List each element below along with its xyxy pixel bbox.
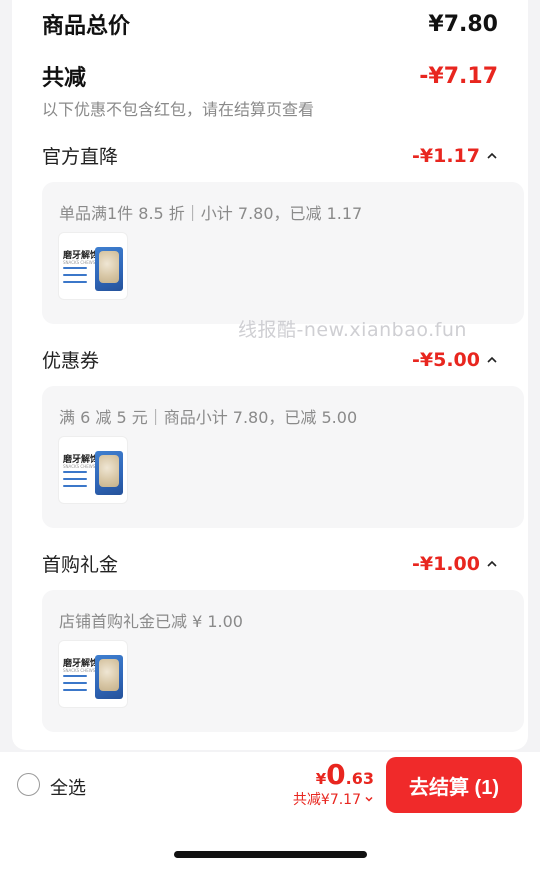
total-integer: 0 [326, 758, 346, 791]
select-all-radio-icon[interactable] [17, 773, 40, 796]
home-indicator[interactable] [174, 851, 367, 858]
discount-note: 以下优惠不包含红包，请在结算页查看 [42, 100, 315, 119]
section-title: 首购礼金 [42, 554, 119, 576]
discount-detail-text: 单品满1件 8.5 折｜小计 7.80，已减 1.17 [59, 204, 363, 223]
select-all-label[interactable]: 全选 [50, 774, 86, 800]
total-discount-value: -¥7.17 [419, 63, 498, 89]
section-amount-value: -¥5.00 [412, 348, 480, 371]
order-total-amount: ¥0.63 [293, 758, 374, 791]
checkout-bar: 全选 ¥0.63 共减¥7.17 去结算 (1) [0, 752, 540, 818]
section-title: 官方直降 [42, 146, 119, 168]
price-breakdown-card: 商品总价 ¥7.80 共减 -¥7.17 以下优惠不包含红包，请在结算页查看 官… [12, 0, 528, 750]
product-thumb-subtitle: SNACKS CHEWS [63, 464, 96, 469]
product-thumb-subtitle: SNACKS CHEWS [63, 260, 96, 265]
product-thumb-bullets [63, 471, 87, 487]
discount-detail-panel: 满 6 减 5 元｜商品小计 7.80，已减 5.00 磨牙解馋 SNACKS … [42, 386, 524, 528]
product-thumb-subtitle: SNACKS CHEWS [63, 668, 96, 673]
chevron-down-icon [365, 796, 373, 802]
product-thumb-bullets [63, 675, 87, 691]
product-thumbnail[interactable]: 磨牙解馋 SNACKS CHEWS [58, 232, 128, 300]
product-food-image [99, 659, 119, 691]
discount-summary-text: 共减¥7.17 [292, 792, 361, 808]
product-food-image [99, 251, 119, 283]
discount-detail-panel: 单品满1件 8.5 折｜小计 7.80，已减 1.17 磨牙解馋 SNACKS … [42, 182, 524, 324]
currency-symbol: ¥ [315, 770, 327, 788]
discount-detail-text: 店铺首购礼金已减 ¥ 1.00 [59, 612, 243, 631]
home-indicator-area [0, 818, 540, 869]
order-total: ¥0.63 共减¥7.17 [293, 758, 374, 809]
section-header-coupon[interactable]: 优惠券 -¥5.00 [42, 346, 498, 373]
section-header-first-purchase[interactable]: 首购礼金 -¥1.00 [42, 550, 498, 577]
checkout-button[interactable]: 去结算 (1) [386, 757, 522, 813]
discount-detail-text: 满 6 减 5 元｜商品小计 7.80，已减 5.00 [59, 408, 358, 427]
total-price-row: 商品总价 ¥7.80 [42, 8, 498, 40]
total-discount-label: 共减 [42, 66, 87, 91]
chevron-up-icon[interactable] [486, 354, 498, 366]
product-thumbnail[interactable]: 磨牙解馋 SNACKS CHEWS [58, 640, 128, 708]
section-amount: -¥1.00 [412, 553, 498, 575]
watermark: 线报酷-new.xianbao.fun [238, 319, 467, 341]
section-title: 优惠券 [42, 350, 100, 372]
discount-summary-toggle[interactable]: 共减¥7.17 [293, 789, 374, 809]
total-price-value: ¥7.80 [428, 11, 498, 37]
product-thumbnail[interactable]: 磨牙解馋 SNACKS CHEWS [58, 436, 128, 504]
product-thumb-bullets [63, 267, 87, 283]
product-food-image [99, 455, 119, 487]
total-discount-row: 共减 -¥7.17 [42, 60, 498, 92]
discount-detail-panel: 店铺首购礼金已减 ¥ 1.00 磨牙解馋 SNACKS CHEWS [42, 590, 524, 732]
chevron-up-icon[interactable] [486, 150, 498, 162]
section-amount-value: -¥1.00 [412, 552, 480, 575]
section-amount: -¥5.00 [412, 349, 498, 371]
section-amount: -¥1.17 [412, 145, 498, 167]
chevron-up-icon[interactable] [486, 558, 498, 570]
section-amount-value: -¥1.17 [412, 144, 480, 167]
total-price-label: 商品总价 [42, 14, 131, 39]
section-header-official-discount[interactable]: 官方直降 -¥1.17 [42, 142, 498, 169]
total-decimal: .63 [345, 769, 374, 788]
